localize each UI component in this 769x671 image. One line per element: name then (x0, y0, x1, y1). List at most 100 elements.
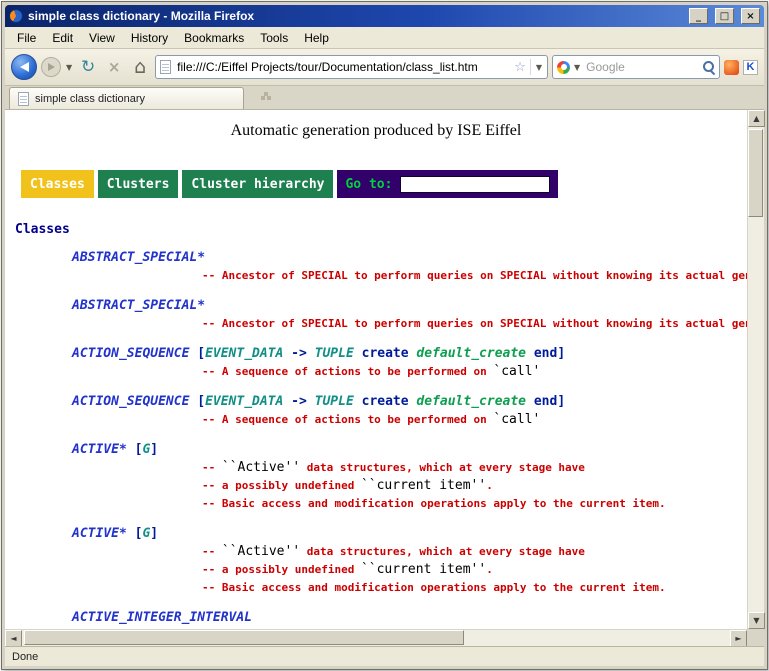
goto-label: Go to: (345, 177, 392, 192)
class-comment: -- ``Active'' data structures, which at … (5, 542, 747, 560)
menu-tools[interactable]: Tools (252, 29, 296, 47)
clusters-button[interactable]: Clusters (98, 170, 179, 198)
vertical-scroll-thumb[interactable] (748, 129, 763, 217)
menu-help[interactable]: Help (296, 29, 337, 47)
class-comment: -- A sequence of actions to be performed… (5, 410, 747, 428)
tab-favicon (18, 92, 29, 106)
tab-label: simple class dictionary (35, 93, 145, 105)
back-arrow-icon (20, 62, 29, 72)
class-entry: ACTIVE_INTEGER_INTERVAL (5, 609, 747, 626)
page-title: Automatic generation produced by ISE Eif… (5, 122, 747, 140)
code-quote: `call' (493, 364, 540, 379)
feature-name: default_create (416, 346, 526, 361)
comment-text: -- Ancestor of SPECIAL to perform querie… (202, 317, 747, 330)
back-button[interactable] (11, 54, 37, 80)
signature-punctuation (526, 346, 534, 361)
bookmark-star-icon[interactable]: ☆ (514, 60, 526, 75)
extension-k-icon[interactable]: K (743, 60, 758, 75)
page-favicon (160, 60, 171, 74)
menu-edit[interactable]: Edit (44, 29, 81, 47)
signature-punctuation: [ (127, 442, 143, 457)
class-entry: ACTION_SEQUENCE [EVENT_DATA -> TUPLE cre… (5, 393, 747, 428)
generic-parameter: EVENT_DATA (205, 394, 283, 409)
class-entry: ACTION_SEQUENCE [EVENT_DATA -> TUPLE cre… (5, 345, 747, 380)
classes-button[interactable]: Classes (21, 170, 94, 198)
horizontal-scroll-thumb[interactable] (24, 630, 464, 645)
signature-punctuation: [ (189, 346, 205, 361)
forward-arrow-icon (48, 63, 55, 71)
class-link[interactable]: ABSTRACT_SPECIAL* (72, 250, 205, 265)
new-tab-button[interactable] (250, 89, 276, 107)
cluster-hierarchy-button[interactable]: Cluster hierarchy (182, 170, 333, 198)
signature-punctuation: -> (283, 394, 314, 409)
class-comment: -- A sequence of actions to be performed… (5, 362, 747, 380)
extension-icon[interactable] (724, 60, 739, 75)
scroll-up-button[interactable]: ▲ (748, 110, 765, 127)
class-link[interactable]: ACTIVE_INTEGER_INTERVAL (72, 610, 252, 625)
horizontal-scroll-track[interactable] (22, 630, 730, 646)
scroll-down-button[interactable]: ▼ (748, 612, 765, 629)
stop-icon[interactable]: × (103, 55, 125, 79)
maximize-button[interactable]: □ (715, 8, 734, 24)
comment-text: -- Basic access and modification operati… (202, 581, 666, 594)
class-list: ABSTRACT_SPECIAL*-- Ancestor of SPECIAL … (5, 249, 747, 626)
vertical-scroll-track[interactable] (748, 127, 764, 612)
class-entry: ABSTRACT_SPECIAL*-- Ancestor of SPECIAL … (5, 249, 747, 284)
signature-punctuation (354, 346, 362, 361)
class-signature: ACTION_SEQUENCE [EVENT_DATA -> TUPLE cre… (5, 345, 747, 362)
menu-file[interactable]: File (9, 29, 44, 47)
home-icon[interactable]: ⌂ (129, 55, 151, 79)
class-link[interactable]: ACTIVE* (72, 526, 127, 541)
menu-bar: File Edit View History Bookmarks Tools H… (5, 27, 764, 49)
signature-punctuation: ] (557, 394, 565, 409)
search-box[interactable]: ▼ (552, 55, 720, 79)
tab-simple-class-dictionary[interactable]: simple class dictionary (9, 87, 244, 109)
comment-text: -- (202, 545, 222, 558)
menu-history[interactable]: History (123, 29, 176, 47)
feature-name: default_create (416, 394, 526, 409)
comment-text: -- a possibly undefined (202, 563, 361, 576)
class-entry: ACTIVE* [G]-- ``Active'' data structures… (5, 441, 747, 512)
search-input[interactable] (584, 59, 700, 75)
search-engine-dropdown-icon[interactable]: ▼ (573, 63, 581, 72)
scroll-right-button[interactable]: ► (730, 630, 747, 647)
keyword-text: create (362, 394, 409, 409)
minimize-button[interactable]: _ (689, 8, 708, 24)
address-dropdown-icon[interactable]: ▼ (535, 63, 543, 72)
comment-text: . (486, 479, 493, 492)
class-link[interactable]: ACTIVE* (72, 442, 127, 457)
comment-text: data structures, which at every stage ha… (300, 461, 585, 474)
close-button[interactable]: × (741, 8, 760, 24)
vertical-scrollbar[interactable]: ▲ ▼ (747, 110, 764, 646)
menu-bookmarks[interactable]: Bookmarks (176, 29, 252, 47)
signature-punctuation (354, 394, 362, 409)
scrollbar-corner (748, 629, 764, 646)
comment-text: -- (202, 461, 222, 474)
class-link[interactable]: ACTION_SEQUENCE (72, 394, 189, 409)
generic-parameter: TUPLE (315, 346, 354, 361)
goto-input[interactable] (400, 176, 550, 193)
signature-punctuation: [ (127, 526, 143, 541)
keyword-text: end (534, 394, 557, 409)
class-signature: ACTIVE* [G] (5, 525, 747, 542)
search-icon[interactable] (703, 61, 715, 73)
google-icon (557, 61, 570, 74)
menu-view[interactable]: View (81, 29, 123, 47)
address-input[interactable] (175, 59, 510, 75)
history-dropdown-icon[interactable]: ▼ (65, 63, 73, 72)
class-signature: ACTIVE_INTEGER_INTERVAL (5, 609, 747, 626)
refresh-icon[interactable]: ↻ (77, 55, 99, 79)
class-link[interactable]: ABSTRACT_SPECIAL* (72, 298, 205, 313)
class-link[interactable]: ACTION_SEQUENCE (72, 346, 189, 361)
forward-button[interactable] (41, 57, 61, 77)
signature-punctuation: ] (150, 526, 158, 541)
scroll-left-button[interactable]: ◄ (5, 630, 22, 647)
horizontal-scrollbar[interactable]: ◄ ► (5, 629, 747, 646)
generic-parameter: EVENT_DATA (205, 346, 283, 361)
navigation-toolbar: ▼ ↻ × ⌂ ☆ ▼ ▼ K (5, 49, 764, 86)
goto-box: Go to: (337, 170, 558, 198)
generic-parameter: TUPLE (315, 394, 354, 409)
keyword-text: end (534, 346, 557, 361)
class-comment: -- Ancestor of SPECIAL to perform querie… (5, 266, 747, 284)
address-bar[interactable]: ☆ ▼ (155, 55, 548, 79)
